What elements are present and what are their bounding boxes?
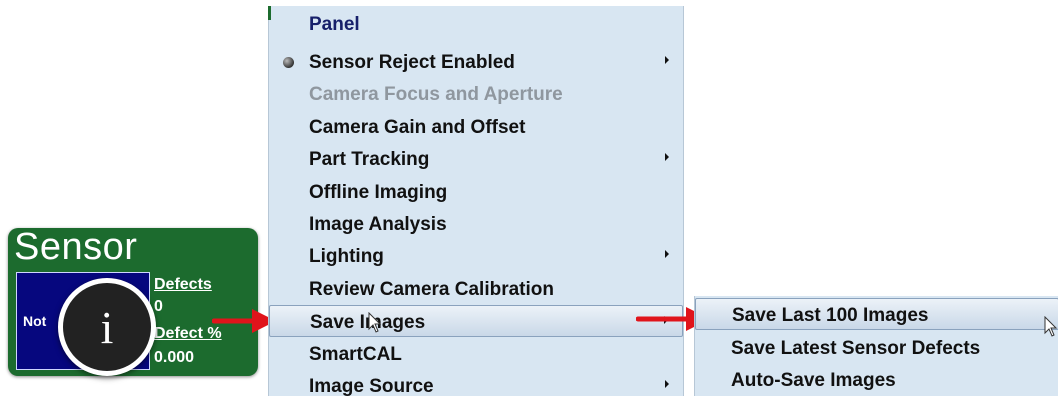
menu-item-label: Image Analysis <box>309 214 447 235</box>
save-images-submenu: Save Last 100 Images Save Latest Sensor … <box>694 296 1058 396</box>
submenu-arrow-icon <box>665 380 669 388</box>
menu-header-label: Panel <box>309 14 360 35</box>
sensor-title: Sensor <box>14 228 138 268</box>
menu-item-label: Sensor Reject Enabled <box>309 52 515 73</box>
info-icon: i <box>58 278 156 376</box>
submenu-arrow-icon <box>665 250 669 258</box>
menu-item-image-source[interactable]: Image Source <box>269 370 683 402</box>
menu-item-image-analysis[interactable]: Image Analysis <box>269 208 683 240</box>
menu-item-label: Camera Gain and Offset <box>309 117 526 138</box>
menu-item-part-tracking[interactable]: Part Tracking <box>269 143 683 175</box>
menu-item-label: Image Source <box>309 376 434 397</box>
menu-item-save-images[interactable]: Save Images <box>269 305 683 337</box>
submenu-item-save-last-100[interactable]: Save Last 100 Images <box>695 298 1058 330</box>
submenu-item-label: Save Last 100 Images <box>732 305 929 326</box>
submenu-arrow-icon <box>665 153 669 161</box>
submenu-arrow-icon <box>665 56 669 64</box>
menu-item-label: Lighting <box>309 246 384 267</box>
checked-bullet-icon <box>283 57 294 68</box>
menu-accent-stripe <box>268 6 271 20</box>
defects-label[interactable]: Defects <box>154 276 212 294</box>
menu-item-camera-gain[interactable]: Camera Gain and Offset <box>269 111 683 143</box>
menu-item-lighting[interactable]: Lighting <box>269 240 683 272</box>
sensor-status-text: Not <box>23 313 47 329</box>
info-icon-glyph: i <box>100 301 114 353</box>
menu-item-camera-focus: Camera Focus and Aperture <box>269 78 683 110</box>
submenu-item-auto-save[interactable]: Auto-Save Images <box>695 364 1058 396</box>
menu-item-label: Offline Imaging <box>309 182 448 203</box>
mouse-cursor-icon <box>368 312 382 333</box>
mouse-cursor-icon <box>1044 316 1058 337</box>
menu-item-label: SmartCAL <box>309 344 402 365</box>
context-menu: Panel Sensor Reject Enabled Camera Focus… <box>268 6 684 397</box>
submenu-item-label: Auto-Save Images <box>731 370 896 391</box>
menu-item-label: Part Tracking <box>309 149 430 170</box>
menu-item-label: Camera Focus and Aperture <box>309 84 563 105</box>
submenu-item-save-latest-defects[interactable]: Save Latest Sensor Defects <box>695 332 1058 364</box>
defects-value: 0 <box>154 298 163 315</box>
menu-header-panel: Panel <box>269 8 683 40</box>
submenu-item-label: Save Latest Sensor Defects <box>731 338 981 359</box>
menu-item-review-camera-calibration[interactable]: Review Camera Calibration <box>269 273 683 305</box>
defect-percent-value: 0.000 <box>154 349 195 366</box>
menu-item-offline-imaging[interactable]: Offline Imaging <box>269 176 683 208</box>
menu-item-smartcal[interactable]: SmartCAL <box>269 338 683 370</box>
menu-item-label: Review Camera Calibration <box>309 279 554 300</box>
menu-item-sensor-reject-enabled[interactable]: Sensor Reject Enabled <box>269 46 683 78</box>
